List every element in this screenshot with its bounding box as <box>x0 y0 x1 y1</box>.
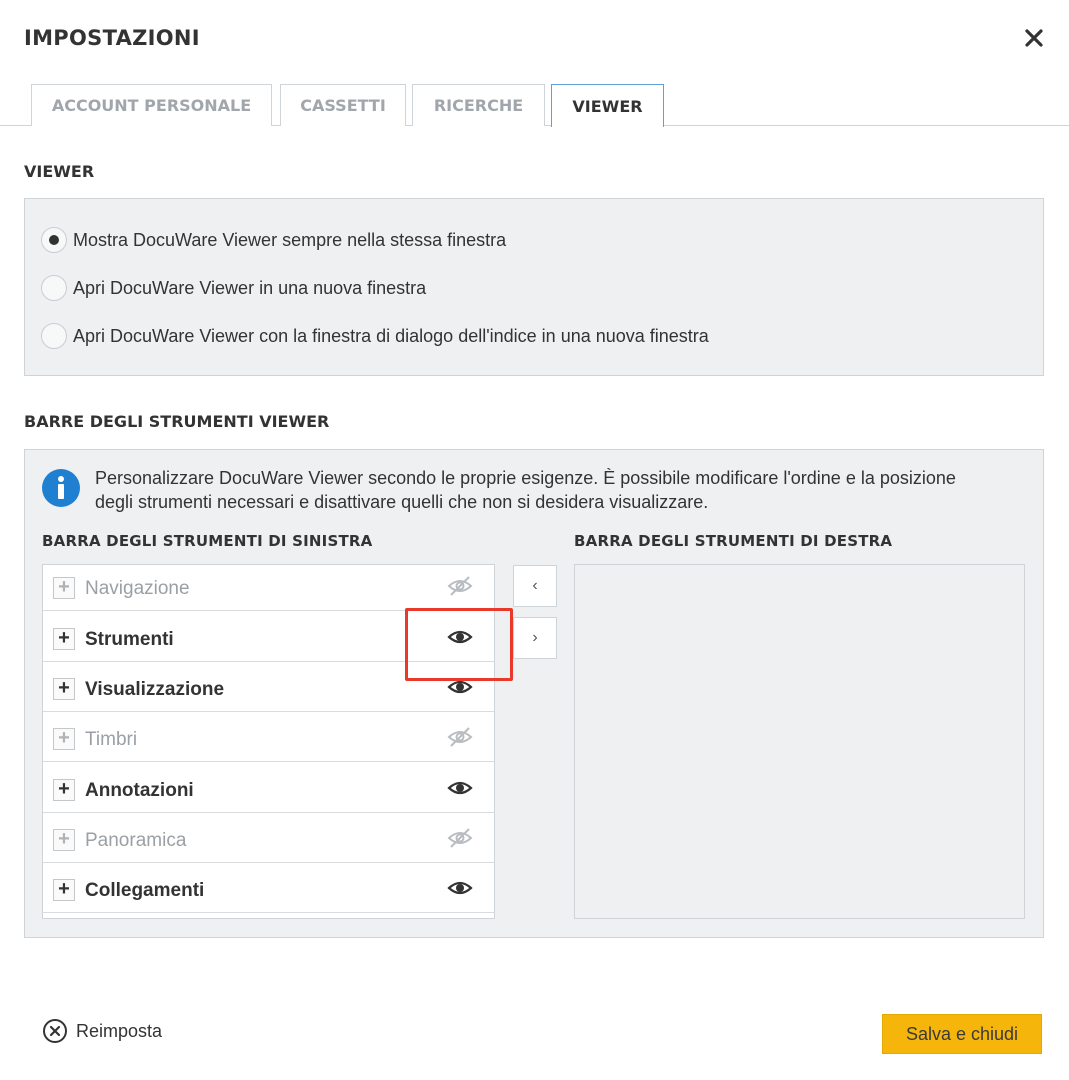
toolbar-item-label: Strumenti <box>85 629 174 650</box>
dialog-title: IMPOSTAZIONI <box>24 26 200 50</box>
eye-hidden-icon[interactable] <box>447 827 473 849</box>
viewer-section-title: VIEWER <box>24 162 95 181</box>
toolbar-item-label: Panoramica <box>85 830 187 851</box>
toolbar-item-navigazione[interactable]: + Navigazione <box>43 565 494 611</box>
toolbar-item-label: Visualizzazione <box>85 679 225 700</box>
toolbar-item-label: Collegamenti <box>85 880 205 901</box>
expand-plus-icon[interactable]: + <box>53 678 75 700</box>
toolbar-item-label: Navigazione <box>85 578 190 599</box>
radio-option-same-window[interactable]: Mostra DocuWare Viewer sempre nella stes… <box>41 227 506 253</box>
radio-option-new-window[interactable]: Apri DocuWare Viewer in una nuova finest… <box>41 275 426 301</box>
tab-cassetti[interactable]: CASSETTI <box>280 84 406 126</box>
eye-icon[interactable] <box>447 626 473 648</box>
expand-plus-icon[interactable]: + <box>53 829 75 851</box>
radio-label: Mostra DocuWare Viewer sempre nella stes… <box>73 229 507 250</box>
info-text: Personalizzare DocuWare Viewer secondo l… <box>95 468 956 512</box>
eye-icon[interactable] <box>447 777 473 799</box>
toolbars-panel: Personalizzare DocuWare Viewer secondo l… <box>24 449 1044 938</box>
toolbars-section-title: BARRE DEGLI STRUMENTI VIEWER <box>24 412 330 431</box>
radio-selected-dot <box>49 235 59 245</box>
reset-label: Reimposta <box>76 1020 163 1041</box>
viewer-options-panel: Mostra DocuWare Viewer sempre nella stes… <box>24 198 1044 376</box>
toolbar-item-timbri[interactable]: + Timbri <box>43 716 494 762</box>
info-icon <box>42 469 80 507</box>
toolbar-item-label: Annotazioni <box>85 780 194 801</box>
left-toolbar-list: + Navigazione + Strumenti + Visualizzazi… <box>42 564 495 919</box>
toolbar-item-label: Timbri <box>85 729 138 750</box>
radio-label: Apri DocuWare Viewer in una nuova finest… <box>73 277 427 298</box>
eye-icon[interactable] <box>447 877 473 899</box>
tab-ricerche[interactable]: RICERCHE <box>412 84 545 126</box>
toolbar-item-visualizzazione[interactable]: + Visualizzazione <box>43 666 494 712</box>
tab-bar: ACCOUNT PERSONALE CASSETTI RICERCHE VIEW… <box>0 84 1069 127</box>
expand-plus-icon[interactable]: + <box>53 779 75 801</box>
expand-plus-icon[interactable]: + <box>53 728 75 750</box>
eye-icon[interactable] <box>447 676 473 698</box>
right-toolbar-list[interactable] <box>574 564 1025 919</box>
eye-hidden-icon[interactable] <box>447 726 473 748</box>
toolbar-item-collegamenti[interactable]: + Collegamenti <box>43 867 494 913</box>
toolbar-item-annotazioni[interactable]: + Annotazioni <box>43 767 494 813</box>
radio-button[interactable] <box>41 275 67 301</box>
reset-button[interactable]: Reimposta <box>42 1018 162 1044</box>
radio-button[interactable] <box>41 323 67 349</box>
expand-plus-icon[interactable]: + <box>53 628 75 650</box>
reset-circle-x-icon <box>43 1019 67 1043</box>
eye-hidden-icon[interactable] <box>447 575 473 597</box>
left-toolbar-title: BARRA DEGLI STRUMENTI DI SINISTRA <box>42 532 373 550</box>
close-icon <box>1025 29 1043 47</box>
toolbar-item-panoramica[interactable]: + Panoramica <box>43 817 494 863</box>
expand-plus-icon[interactable]: + <box>53 879 75 901</box>
radio-button[interactable] <box>41 227 67 253</box>
save-and-close-button[interactable]: Salva e chiudi <box>882 1014 1042 1054</box>
move-right-button[interactable]: › <box>513 617 557 659</box>
expand-plus-icon[interactable]: + <box>53 577 75 599</box>
close-button[interactable] <box>1020 24 1048 52</box>
move-left-button[interactable]: ‹ <box>513 565 557 607</box>
tab-account-personale[interactable]: ACCOUNT PERSONALE <box>31 84 272 126</box>
tab-viewer[interactable]: VIEWER <box>551 84 664 127</box>
radio-label: Apri DocuWare Viewer con la finestra di … <box>73 325 709 346</box>
toolbar-item-strumenti[interactable]: + Strumenti <box>43 616 494 662</box>
right-toolbar-title: BARRA DEGLI STRUMENTI DI DESTRA <box>574 532 893 550</box>
radio-option-index-dialog-new-window[interactable]: Apri DocuWare Viewer con la finestra di … <box>41 323 709 349</box>
